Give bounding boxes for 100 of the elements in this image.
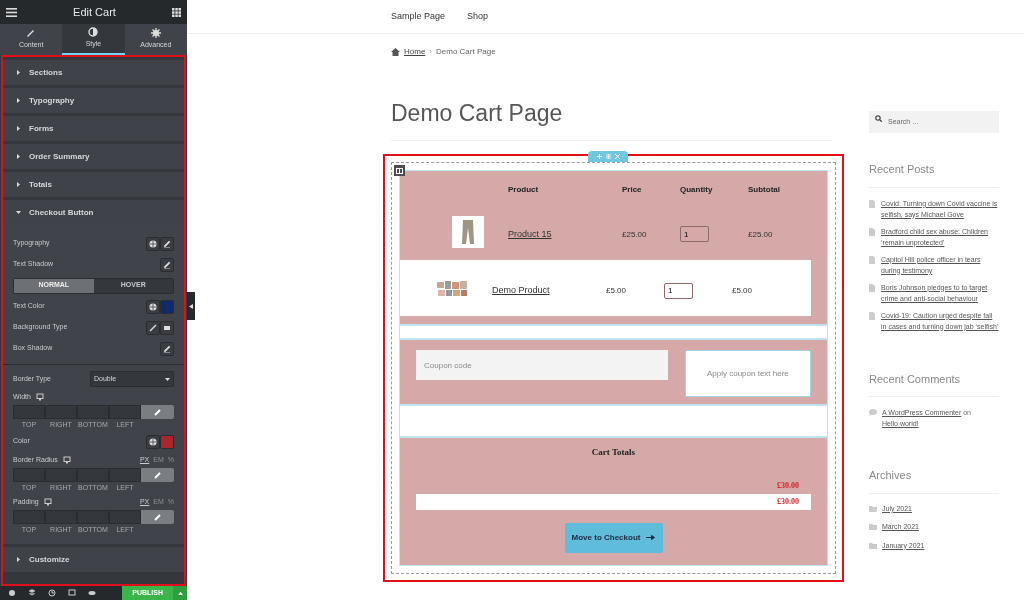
pencil-icon bbox=[163, 344, 171, 353]
dimension-input[interactable] bbox=[77, 405, 109, 419]
dimension-input[interactable] bbox=[77, 468, 109, 482]
subtotal-cell: £25.00 bbox=[748, 229, 773, 239]
link-values-button[interactable] bbox=[141, 510, 174, 524]
pencil-icon bbox=[26, 28, 37, 39]
comment-icon bbox=[869, 409, 877, 416]
price-cell: £25.00 bbox=[622, 229, 647, 239]
eye-icon[interactable] bbox=[88, 589, 96, 597]
dimension-input[interactable] bbox=[45, 510, 77, 524]
color-swatch[interactable] bbox=[160, 299, 174, 314]
pencil-button[interactable] bbox=[160, 236, 174, 251]
coupon-field[interactable]: Coupon code bbox=[416, 350, 668, 380]
section-header[interactable]: Order Summary bbox=[3, 144, 184, 169]
globe-icon bbox=[149, 437, 157, 446]
monitor-icon[interactable] bbox=[62, 456, 71, 464]
grid-icon[interactable] bbox=[172, 7, 181, 17]
dimension-input[interactable] bbox=[13, 405, 45, 419]
columns-icon bbox=[396, 167, 403, 174]
section-header[interactable]: Forms bbox=[3, 116, 184, 141]
quantity-field[interactable]: 1 bbox=[680, 226, 709, 242]
caret-left-icon bbox=[189, 303, 193, 309]
search-icon bbox=[875, 115, 882, 122]
dimension-input[interactable] bbox=[109, 510, 141, 524]
caret-down-icon bbox=[16, 210, 21, 215]
breadcrumb-separator: › bbox=[429, 46, 432, 58]
globe-button[interactable] bbox=[146, 236, 160, 251]
caret-up-icon bbox=[177, 591, 183, 595]
section-label: Checkout Button bbox=[29, 206, 94, 219]
link-icon bbox=[154, 471, 161, 479]
totals-title: Cart Totals bbox=[591, 446, 636, 459]
section-header[interactable]: Typography bbox=[3, 88, 184, 113]
column-header: Product bbox=[508, 185, 539, 194]
section-header[interactable]: Customize bbox=[3, 547, 184, 572]
link-values-button[interactable] bbox=[141, 468, 174, 482]
dimension-input[interactable] bbox=[13, 510, 45, 524]
section-header[interactable]: Totals bbox=[3, 172, 184, 197]
panel-title: Edit Cart bbox=[73, 4, 116, 20]
breadcrumb-current: Demo Cart Page bbox=[436, 46, 496, 58]
dimension-input[interactable] bbox=[45, 468, 77, 482]
widget-handle[interactable] bbox=[588, 151, 628, 162]
caret-right-icon bbox=[16, 154, 21, 159]
section-header[interactable]: Checkout Button bbox=[3, 200, 184, 225]
section-label: Customize bbox=[29, 553, 70, 566]
gradient-icon bbox=[163, 323, 171, 332]
product-link[interactable]: Product 15 bbox=[508, 228, 552, 239]
history-icon[interactable] bbox=[48, 589, 56, 597]
link-icon bbox=[154, 513, 161, 521]
section-label: Sections bbox=[29, 66, 63, 79]
globe-button[interactable] bbox=[146, 434, 160, 449]
layers-icon[interactable] bbox=[28, 589, 36, 597]
nav-link[interactable]: Sample Page bbox=[391, 9, 446, 24]
page-title: Demo Cart Page bbox=[391, 99, 564, 128]
checkout-button[interactable]: Move to Checkout bbox=[564, 522, 663, 553]
color-swatch[interactable] bbox=[160, 434, 174, 449]
arrow-right-icon bbox=[646, 535, 656, 540]
gradient-button[interactable] bbox=[160, 320, 174, 335]
close-icon[interactable] bbox=[614, 154, 620, 159]
column-header: Quantity bbox=[680, 185, 713, 194]
panel-collapse-button[interactable] bbox=[187, 292, 195, 320]
document-icon bbox=[869, 227, 875, 236]
pencil-button[interactable] bbox=[160, 341, 174, 356]
apply-coupon-button[interactable]: Apply coupon text here bbox=[684, 350, 811, 397]
section-header[interactable]: Sections bbox=[3, 60, 184, 85]
monitor-icon[interactable] bbox=[43, 498, 52, 506]
column-header: Subtotal bbox=[748, 185, 780, 194]
monitor-icon[interactable] bbox=[35, 393, 44, 401]
section-label: Totals bbox=[29, 178, 52, 191]
link-values-button[interactable] bbox=[141, 405, 174, 419]
widget-title: Recent Comments bbox=[869, 371, 962, 387]
pencil-icon bbox=[163, 239, 171, 248]
globe-button[interactable] bbox=[146, 299, 160, 314]
nav-link[interactable]: Shop bbox=[467, 9, 489, 24]
total-amount: £30.00 bbox=[777, 495, 799, 508]
pencil-button[interactable] bbox=[160, 257, 174, 272]
quantity-field[interactable]: 1 bbox=[664, 282, 693, 299]
caret-right-icon bbox=[16, 182, 21, 187]
column-edit-button[interactable] bbox=[394, 165, 405, 176]
dimension-input[interactable] bbox=[13, 468, 45, 482]
section-label: Forms bbox=[29, 122, 54, 135]
breadcrumb-link[interactable]: Home bbox=[404, 46, 426, 58]
dimension-input[interactable] bbox=[109, 405, 141, 419]
half-circle-icon bbox=[88, 27, 99, 38]
brush-button[interactable] bbox=[146, 320, 160, 335]
subtotal-cell: £5.00 bbox=[732, 286, 753, 295]
menu-icon[interactable] bbox=[6, 7, 17, 17]
dimension-input[interactable] bbox=[45, 405, 77, 419]
dimension-input[interactable] bbox=[109, 468, 141, 482]
document-icon bbox=[869, 255, 875, 264]
link-icon bbox=[154, 408, 161, 416]
section-label: Order Summary bbox=[29, 150, 90, 163]
product-link[interactable]: Demo Product bbox=[492, 285, 550, 295]
document-icon bbox=[869, 311, 875, 320]
dimension-input[interactable] bbox=[77, 510, 109, 524]
section-label: Typography bbox=[29, 94, 75, 107]
caret-right-icon bbox=[16, 557, 21, 562]
publish-options-button[interactable] bbox=[173, 586, 187, 600]
widget-title: Archives bbox=[869, 468, 913, 483]
caret-right-icon bbox=[16, 98, 21, 103]
plus-icon[interactable] bbox=[596, 154, 602, 159]
